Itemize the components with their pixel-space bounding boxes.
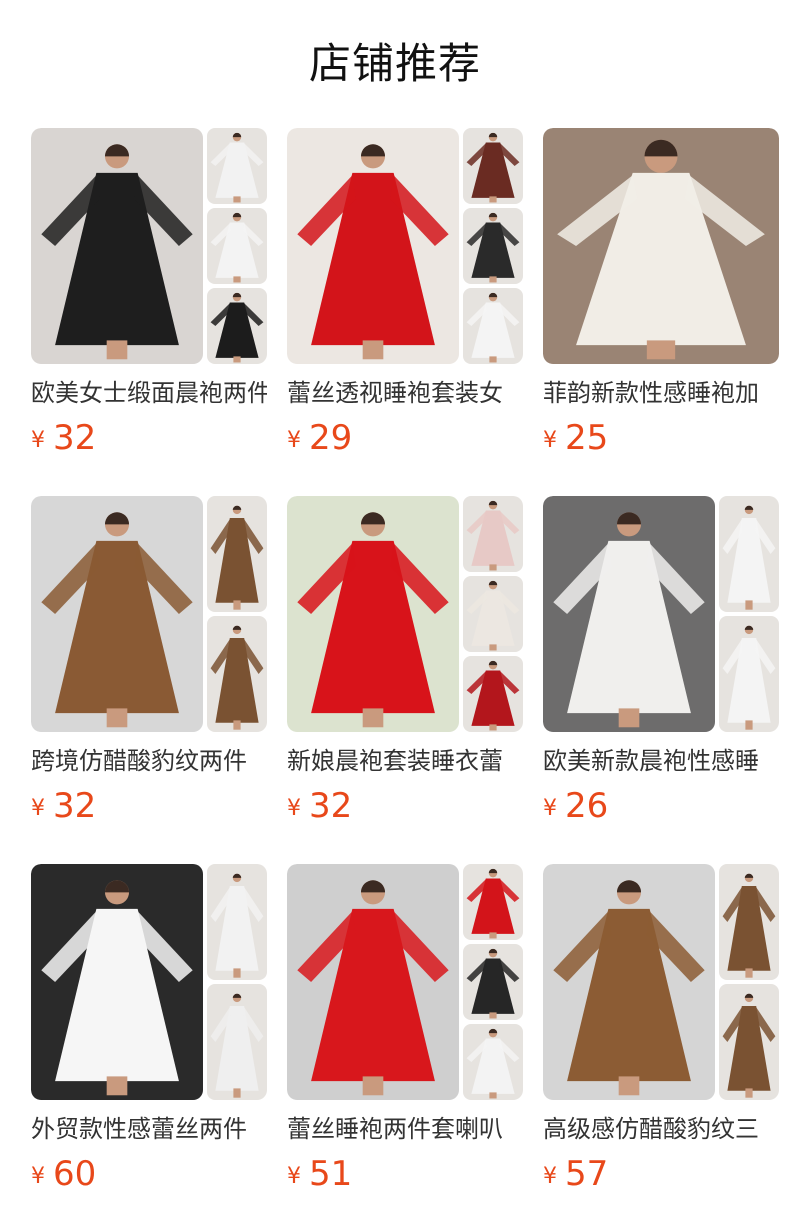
product-main-photo <box>543 496 715 732</box>
product-main-photo <box>31 128 203 364</box>
product-side-photo <box>719 984 779 1100</box>
product-card[interactable]: 跨境仿醋酸豹纹两件 ¥32 <box>31 496 267 826</box>
product-price: ¥57 <box>543 1154 608 1200</box>
product-main-photo <box>287 128 459 364</box>
product-card[interactable]: 新娘晨袍套装睡衣蕾 ¥32 <box>287 496 523 826</box>
page-title: 店铺推荐 <box>308 39 481 88</box>
price-value: 51 <box>309 1154 353 1194</box>
currency-symbol: ¥ <box>287 796 301 821</box>
product-side-photo <box>463 208 523 284</box>
price-value: 25 <box>565 418 609 458</box>
product-main-photo <box>287 496 459 732</box>
price-value: 26 <box>565 786 609 826</box>
product-image[interactable] <box>543 128 779 364</box>
price-value: 32 <box>53 786 97 826</box>
product-image[interactable] <box>287 864 523 1100</box>
currency-symbol: ¥ <box>543 428 557 453</box>
product-side-photo <box>463 496 523 572</box>
product-name[interactable]: 新娘晨袍套装睡衣蕾 <box>287 744 523 778</box>
product-name[interactable]: 欧美女士缎面晨袍两件 <box>31 376 267 410</box>
product-card[interactable]: 欧美新款晨袍性感睡 ¥26 <box>543 496 779 826</box>
price-value: 57 <box>565 1154 609 1194</box>
product-image[interactable] <box>31 496 267 732</box>
currency-symbol: ¥ <box>31 796 45 821</box>
currency-symbol: ¥ <box>543 1164 557 1189</box>
product-image[interactable] <box>543 864 779 1100</box>
product-price: ¥25 <box>543 418 608 464</box>
product-main-photo <box>287 864 459 1100</box>
price-value: 32 <box>309 786 353 826</box>
product-name[interactable]: 蕾丝睡袍两件套喇叭 <box>287 1112 523 1146</box>
product-name[interactable]: 欧美新款晨袍性感睡 <box>543 744 779 778</box>
product-side-photo <box>463 656 523 732</box>
product-name[interactable]: 外贸款性感蕾丝两件 <box>31 1112 267 1146</box>
product-price: ¥32 <box>287 786 352 832</box>
product-main-photo <box>31 864 203 1100</box>
product-side-photo <box>207 984 267 1100</box>
product-card[interactable]: 蕾丝睡袍两件套喇叭 ¥51 <box>287 864 523 1194</box>
product-card[interactable]: 菲韵新款性感睡袍加 ¥25 <box>543 128 779 458</box>
product-card[interactable]: 欧美女士缎面晨袍两件 ¥32 <box>31 128 267 458</box>
product-side-photo <box>463 1024 523 1100</box>
product-side-photo <box>207 208 267 284</box>
product-side-photo <box>463 288 523 364</box>
product-card[interactable]: 高级感仿醋酸豹纹三 ¥57 <box>543 864 779 1194</box>
product-name[interactable]: 菲韵新款性感睡袍加 <box>543 376 779 410</box>
product-side-photo <box>463 128 523 204</box>
product-side-photo <box>719 864 779 980</box>
product-side-photo <box>207 288 267 364</box>
product-side-photo <box>463 944 523 1020</box>
product-image[interactable] <box>287 128 523 364</box>
product-price: ¥32 <box>31 786 96 832</box>
product-price: ¥29 <box>287 418 352 464</box>
currency-symbol: ¥ <box>31 1164 45 1189</box>
currency-symbol: ¥ <box>543 796 557 821</box>
product-name[interactable]: 蕾丝透视睡袍套装女 <box>287 376 523 410</box>
product-name[interactable]: 高级感仿醋酸豹纹三 <box>543 1112 779 1146</box>
product-side-photo <box>207 128 267 204</box>
product-price: ¥51 <box>287 1154 352 1200</box>
product-side-photo <box>719 616 779 732</box>
product-card[interactable]: 蕾丝透视睡袍套装女 ¥29 <box>287 128 523 458</box>
currency-symbol: ¥ <box>287 1164 301 1189</box>
product-image[interactable] <box>543 496 779 732</box>
product-price: ¥60 <box>31 1154 96 1200</box>
product-price: ¥32 <box>31 418 96 464</box>
product-image[interactable] <box>31 864 267 1100</box>
product-side-photo <box>463 864 523 940</box>
product-main-photo <box>543 864 715 1100</box>
product-image[interactable] <box>287 496 523 732</box>
product-price: ¥26 <box>543 786 608 832</box>
product-image[interactable] <box>31 128 267 364</box>
product-name[interactable]: 跨境仿醋酸豹纹两件 <box>31 744 267 778</box>
product-main-photo <box>543 128 779 364</box>
price-value: 60 <box>53 1154 97 1194</box>
product-side-photo <box>207 616 267 732</box>
product-card[interactable]: 外贸款性感蕾丝两件 ¥60 <box>31 864 267 1194</box>
product-side-photo <box>207 496 267 612</box>
product-main-photo <box>31 496 203 732</box>
price-value: 32 <box>53 418 97 458</box>
price-value: 29 <box>309 418 353 458</box>
product-side-photo <box>463 576 523 652</box>
product-side-photo <box>207 864 267 980</box>
product-side-photo <box>719 496 779 612</box>
currency-symbol: ¥ <box>31 428 45 453</box>
currency-symbol: ¥ <box>287 428 301 453</box>
